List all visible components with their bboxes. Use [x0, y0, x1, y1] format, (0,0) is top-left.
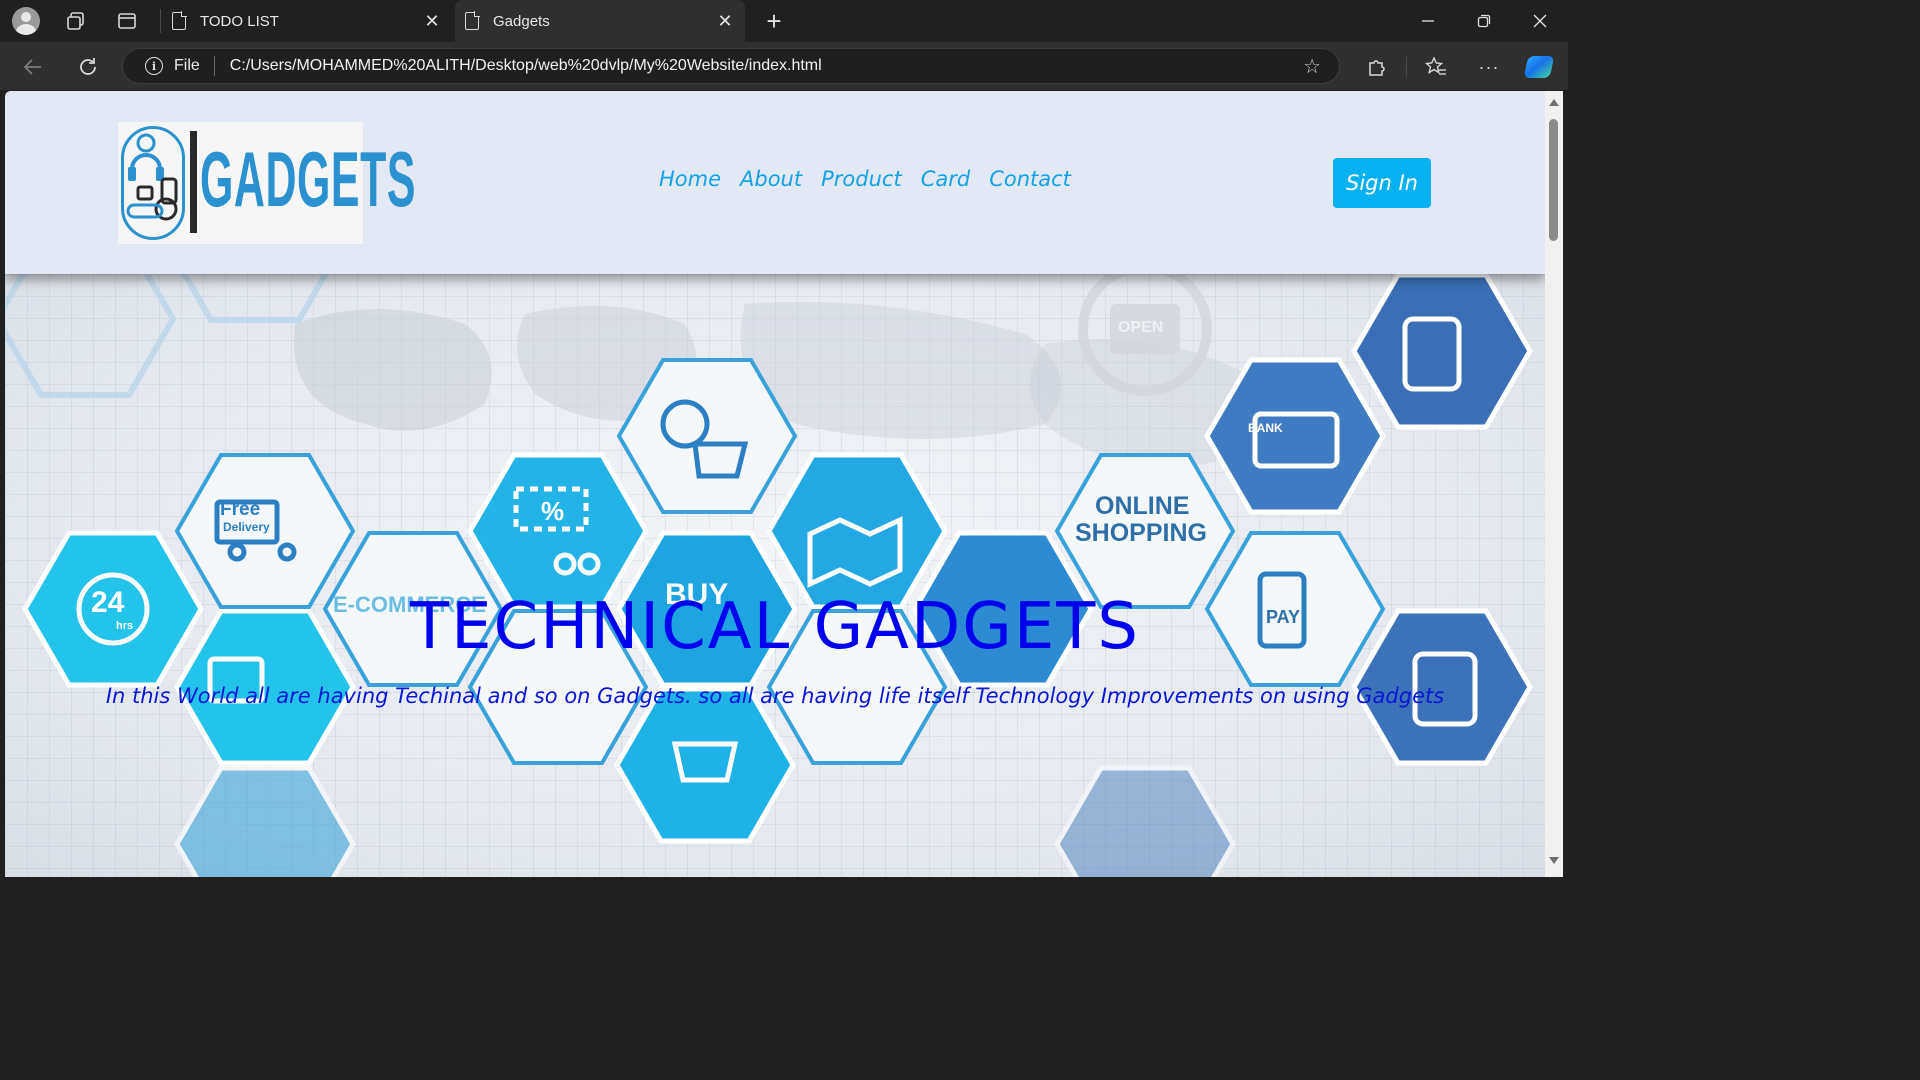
site-header: GADGETS Home About Product Card Contact …: [5, 91, 1545, 274]
hex-label-percent: %: [541, 496, 565, 526]
address-separator: [213, 56, 215, 76]
close-tab-icon[interactable]: ✕: [418, 7, 446, 35]
scroll-thumb[interactable]: [1549, 119, 1558, 241]
page-scrollbar[interactable]: [1545, 91, 1563, 877]
main-nav: Home About Product Card Contact: [659, 167, 1071, 191]
hex-label-shopping: SHOPPING: [1075, 519, 1207, 547]
hexagon-icons-graphic: [5, 274, 1545, 877]
copilot-icon[interactable]: [1523, 54, 1555, 80]
hex-label-open: OPEN: [1118, 319, 1164, 336]
nav-link-card[interactable]: Card: [921, 167, 971, 191]
hex-label-online: ONLINE: [1095, 492, 1190, 520]
hex-label-bank: BANK: [1248, 421, 1283, 435]
tab-title: Gadgets: [493, 12, 550, 30]
info-icon[interactable]: i: [145, 57, 163, 75]
hex-label-free: Free: [220, 499, 261, 520]
page-icon: [465, 11, 480, 30]
scheme-label: File: [174, 57, 200, 74]
new-tab-button[interactable]: +: [760, 6, 788, 36]
hero-subtitle: In this World all are having Techinal an…: [105, 684, 1445, 708]
browser-toolbar: i File C:/Users/MOHAMMED%20ALITH/Desktop…: [0, 42, 1568, 90]
logo-divider: [190, 131, 197, 233]
browser-tab-bar: TODO LIST ✕ Gadgets ✕ +: [0, 0, 1568, 42]
hero-title: TECHNICAL GADGETS: [410, 590, 1140, 664]
window-bottom-edge: [0, 877, 1568, 882]
minimize-button[interactable]: [1400, 0, 1456, 42]
scroll-up-arrow-icon[interactable]: [1549, 99, 1559, 106]
close-window-button[interactable]: [1512, 0, 1568, 42]
nav-link-about[interactable]: About: [740, 167, 802, 191]
nav-link-home[interactable]: Home: [659, 167, 721, 191]
favorite-star-icon[interactable]: ☆: [1303, 54, 1321, 79]
sign-in-button[interactable]: Sign In: [1333, 158, 1431, 208]
url-text[interactable]: C:/Users/MOHAMMED%20ALITH/Desktop/web%20…: [230, 57, 1303, 75]
address-bar[interactable]: i File C:/Users/MOHAMMED%20ALITH/Desktop…: [122, 48, 1340, 84]
hex-label-delivery: Delivery: [223, 520, 270, 534]
tab-todo-list[interactable]: TODO LIST ✕: [162, 0, 452, 42]
workspaces-icon[interactable]: [62, 7, 90, 35]
tab-gadgets[interactable]: Gadgets ✕: [455, 0, 745, 42]
scroll-down-arrow-icon[interactable]: [1549, 857, 1559, 864]
vertical-tabs-icon[interactable]: [113, 7, 141, 35]
page-icon: [172, 11, 187, 30]
nav-link-contact[interactable]: Contact: [989, 167, 1071, 191]
nav-link-product[interactable]: Product: [821, 167, 902, 191]
tab-title: TODO LIST: [200, 12, 279, 30]
tab-separator: [160, 9, 161, 33]
profile-avatar[interactable]: [12, 7, 40, 35]
more-options-icon[interactable]: ···: [1476, 54, 1502, 80]
hero-section: Free Delivery E-COMMERCE BUY ONLINE SHOP…: [5, 274, 1545, 877]
site-logo[interactable]: GADGETS: [118, 122, 415, 244]
back-button[interactable]: [18, 52, 48, 82]
logo-text: GADGETS: [200, 135, 416, 223]
extensions-icon[interactable]: [1363, 54, 1389, 80]
close-tab-icon[interactable]: ✕: [711, 7, 739, 35]
restore-button[interactable]: [1456, 0, 1512, 42]
favorites-icon[interactable]: [1423, 54, 1449, 80]
page-viewport: GADGETS Home About Product Card Contact …: [5, 91, 1545, 877]
profile-icon: [12, 7, 40, 35]
toolbar-separator: [1406, 57, 1407, 77]
reload-button[interactable]: [73, 52, 103, 82]
logo-emblem: [121, 126, 185, 240]
